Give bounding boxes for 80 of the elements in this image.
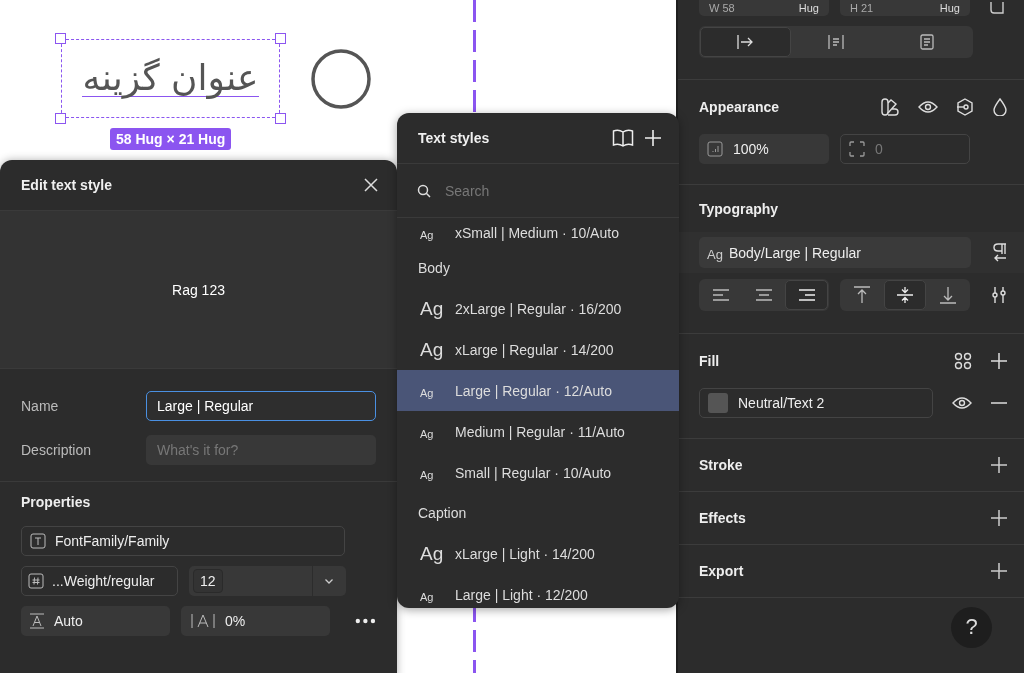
field-label: Description <box>21 442 93 458</box>
text-style-item[interactable]: Ag Large | Light · 12/200 <box>397 574 679 608</box>
section-title: Effects <box>699 510 746 526</box>
plus-icon[interactable] <box>990 352 1008 370</box>
circle-shape[interactable] <box>310 47 372 110</box>
arrow-right-icon <box>736 34 755 50</box>
group-heading: Body <box>417 259 451 278</box>
text-style-item[interactable]: Ag xLarge | Light · 14/200 <box>397 533 679 574</box>
section-title: Stroke <box>699 457 743 473</box>
eye-icon[interactable] <box>918 100 938 114</box>
resize-mode-button[interactable] <box>700 27 791 57</box>
font-family-field[interactable]: FontFamily/Family <box>21 526 345 556</box>
section-title: Typography <box>699 200 779 217</box>
letter-spacing-icon <box>190 613 216 629</box>
minus-icon[interactable] <box>990 401 1008 405</box>
fixed-width-icon <box>827 34 845 50</box>
more-icon[interactable] <box>355 618 376 624</box>
field-label: Name <box>21 398 60 414</box>
text-style-item[interactable]: Ag Medium | Regular · 11/Auto <box>397 411 679 452</box>
section-title: Fill <box>699 353 720 369</box>
align-icon <box>755 288 773 302</box>
name-field[interactable]: Large | Regular <box>146 391 376 421</box>
fill-field[interactable]: Neutral/Text 2 <box>699 388 933 418</box>
drop-icon[interactable] <box>992 98 1008 116</box>
text-style-item[interactable]: Ag xSmall | Medium · 10/Auto <box>397 218 679 248</box>
align-icon <box>797 288 816 302</box>
text-icon <box>30 533 46 549</box>
line-height-icon <box>28 612 46 630</box>
color-swatch <box>708 393 728 413</box>
dimension-field[interactable]: H 21 Hug <box>840 0 970 16</box>
vertical-align-button[interactable] <box>883 280 927 310</box>
font-size-field[interactable]: 12 <box>193 569 223 593</box>
help-button[interactable]: ? <box>951 606 992 648</box>
corner-radius-icon <box>849 141 865 157</box>
search-icon <box>417 183 431 198</box>
vertical-align-icon <box>853 286 872 304</box>
resize-handle[interactable] <box>275 113 286 124</box>
book-icon[interactable] <box>612 129 634 147</box>
panel-title: Edit text style <box>21 177 113 193</box>
section-title: Appearance <box>699 99 780 115</box>
text-style-item[interactable]: Ag Small | Regular · 10/Auto <box>397 452 679 493</box>
opacity-field[interactable]: 100% <box>699 134 829 164</box>
plus-icon[interactable] <box>990 562 1008 580</box>
component-icon[interactable] <box>956 98 974 116</box>
styles-grid-icon[interactable] <box>954 352 972 370</box>
vertical-align-icon <box>896 286 914 304</box>
text-style-item[interactable]: Ag 2xLarge | Regular · 16/200 <box>397 288 679 329</box>
close-icon[interactable] <box>364 178 378 192</box>
size-badge: 58 Hug × 21 Hug <box>110 128 232 150</box>
hash-icon <box>28 573 44 589</box>
font-weight-field[interactable]: ...Weight/regular <box>21 566 178 596</box>
text-style-item[interactable]: Ag xLarge | Regular · 14/200 <box>397 329 679 370</box>
letter-spacing-field[interactable]: 0% <box>181 606 331 636</box>
resize-handle[interactable] <box>55 113 66 124</box>
palette-icon[interactable] <box>880 98 900 116</box>
resize-handle[interactable] <box>275 33 286 44</box>
text-style-field[interactable]: Ag Body/Large | Regular <box>699 237 971 268</box>
opacity-icon <box>707 141 723 157</box>
detach-style-icon[interactable] <box>992 242 1008 263</box>
line-height-field[interactable]: Auto <box>21 606 170 636</box>
section-title: Export <box>699 563 744 579</box>
section-title: Properties <box>21 494 92 510</box>
document-icon <box>918 34 935 50</box>
resize-handle[interactable] <box>55 33 66 44</box>
text-layer: عنوان گزینه <box>82 60 259 97</box>
dimension-field[interactable]: W 58 Hug <box>699 0 829 16</box>
corner-icon[interactable] <box>990 2 1004 14</box>
plus-icon[interactable] <box>990 509 1008 527</box>
plus-icon[interactable] <box>990 456 1008 474</box>
eye-icon[interactable] <box>952 396 972 410</box>
preview-text: Rag 123 <box>172 281 225 298</box>
vertical-align-icon <box>938 286 957 304</box>
popup-title: Text styles <box>418 130 490 146</box>
group-heading: Caption <box>417 504 468 523</box>
text-style-item[interactable]: Ag Large | Regular · 12/Auto <box>397 370 679 411</box>
align-icon <box>712 288 731 302</box>
search-field[interactable]: Search <box>443 181 647 200</box>
description-field[interactable]: What's it for? <box>146 435 376 465</box>
text-align-button[interactable] <box>785 280 828 310</box>
sliders-icon[interactable] <box>990 286 1008 304</box>
